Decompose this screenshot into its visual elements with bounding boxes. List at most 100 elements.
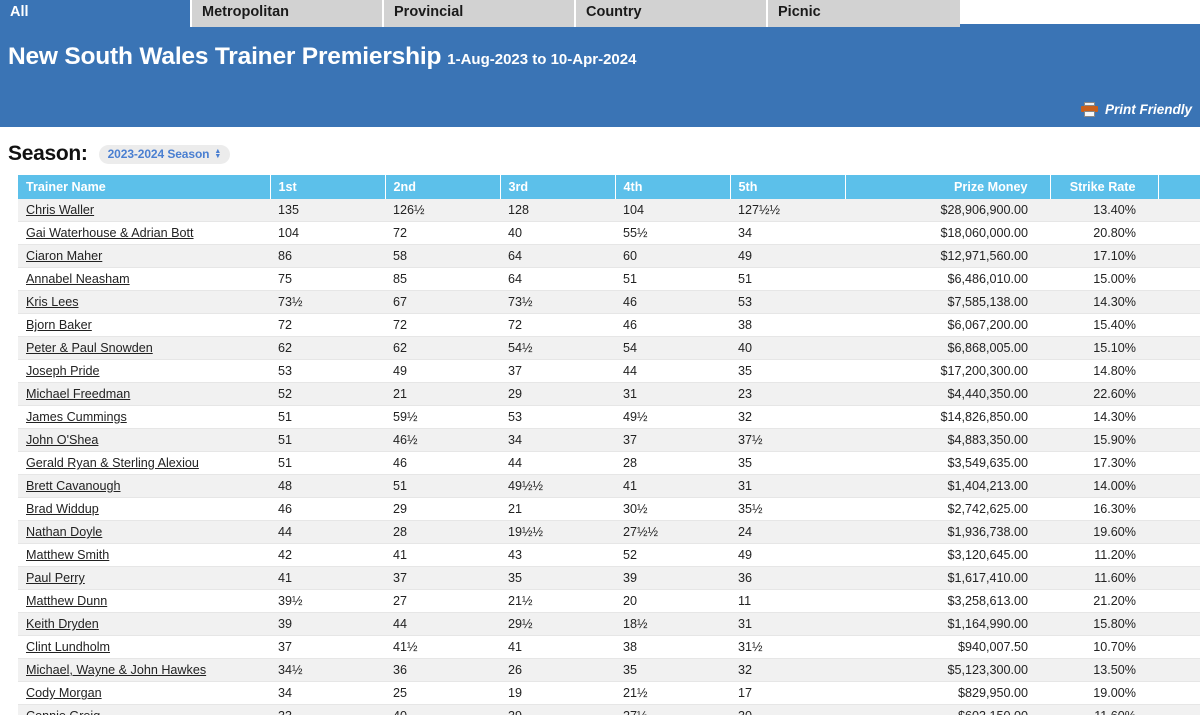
cell-5th: 37½ xyxy=(730,428,845,452)
cell-prize-money: $1,404,213.00 xyxy=(845,474,1050,498)
trainer-name-link[interactable]: James Cummings xyxy=(26,410,127,424)
cell-4th: 55½ xyxy=(615,221,730,245)
column-header-1st[interactable]: 1st xyxy=(270,175,386,199)
cell-trainer-name: Nathan Doyle xyxy=(18,520,270,544)
cell-2nd: 62 xyxy=(385,336,500,360)
cell-5th: 35 xyxy=(730,359,845,383)
cell-trainer-name: Matthew Dunn xyxy=(18,589,270,613)
chevron-updown-icon: ▲ ▼ xyxy=(214,148,222,160)
trainer-name-link[interactable]: Kris Lees xyxy=(26,295,79,309)
cell-starts: 517 xyxy=(1158,290,1200,314)
cell-5th: 31 xyxy=(730,474,845,498)
cell-1st: 48 xyxy=(270,474,385,498)
cell-trainer-name: Annabel Neasham xyxy=(18,267,270,291)
cell-trainer-name: Connie Greig xyxy=(18,704,270,715)
table-row: Bjorn Baker 72 72 72 46 38 $6,067,200.00 15.40%… xyxy=(18,313,1200,337)
trainer-name-link[interactable]: Keith Dryden xyxy=(26,617,99,631)
cell-5th: 127½½ xyxy=(730,199,845,222)
cell-3rd: 128 xyxy=(500,199,615,222)
cell-5th: 49 xyxy=(730,543,845,567)
tab-all[interactable]: All xyxy=(0,0,192,27)
cell-4th: 39 xyxy=(615,566,730,590)
cell-4th: 46 xyxy=(615,313,730,337)
trainer-name-link[interactable]: Joseph Pride xyxy=(26,364,100,378)
trainer-name-link[interactable]: Michael Freedman xyxy=(26,387,130,401)
cell-2nd: 72 xyxy=(385,313,500,337)
column-header-2nd[interactable]: 2nd xyxy=(385,175,501,199)
tab-country[interactable]: Country xyxy=(576,0,768,27)
cell-trainer-name: Cody Morgan xyxy=(18,681,270,705)
trainer-name-link[interactable]: Connie Greig xyxy=(26,709,100,715)
cell-strike-rate: 20.80% xyxy=(1050,221,1158,245)
column-header-strike-rate[interactable]: Strike Rate xyxy=(1050,175,1159,199)
cell-trainer-name: Peter & Paul Snowden xyxy=(18,336,270,360)
cell-starts: 353 xyxy=(1158,566,1200,590)
trainer-name-link[interactable]: Clint Lundholm xyxy=(26,640,110,654)
column-header-4th[interactable]: 4th xyxy=(615,175,731,199)
cell-5th: 31½ xyxy=(730,635,845,659)
cell-1st: 62 xyxy=(270,336,385,360)
cell-3rd: 37 xyxy=(500,359,615,383)
cell-1st: 33 xyxy=(270,704,385,715)
cell-strike-rate: 10.70% xyxy=(1050,635,1158,659)
cell-strike-rate: 11.60% xyxy=(1050,704,1158,715)
trainer-name-link[interactable]: Nathan Doyle xyxy=(26,525,102,539)
cell-strike-rate: 21.20% xyxy=(1050,589,1158,613)
cell-starts: 357 xyxy=(1158,405,1200,429)
cell-prize-money: $6,067,200.00 xyxy=(845,313,1050,337)
trainer-name-link[interactable]: Bjorn Baker xyxy=(26,318,92,332)
trainer-name-link[interactable]: Ciaron Maher xyxy=(26,249,102,263)
column-header-trainer-name[interactable]: Trainer Name xyxy=(18,175,271,199)
column-header-starts[interactable]: Starts xyxy=(1158,175,1200,199)
cell-prize-money: $3,120,645.00 xyxy=(845,543,1050,567)
cell-prize-money: $6,868,005.00 xyxy=(845,336,1050,360)
table-row: Paul Perry 4137353936$1,617,410.0011.60%3… xyxy=(18,566,1200,590)
cell-starts: 284 xyxy=(1158,704,1200,715)
cell-1st: 52 xyxy=(270,382,385,406)
trainer-name-link[interactable]: Michael, Wayne & John Hawkes xyxy=(26,663,206,677)
print-friendly-button[interactable]: Print Friendly xyxy=(1080,102,1192,117)
tab-provincial[interactable]: Provincial xyxy=(384,0,576,27)
tab-picnic[interactable]: Picnic xyxy=(768,0,960,27)
cell-3rd: 73½ xyxy=(500,290,615,314)
trainer-name-link[interactable]: Cody Morgan xyxy=(26,686,102,700)
cell-strike-rate: 13.40% xyxy=(1050,199,1158,222)
cell-1st: 51 xyxy=(270,451,385,475)
cell-1st: 46 xyxy=(270,497,385,521)
date-range: 1-Aug-2023 to 10-Apr-2024 xyxy=(447,51,637,68)
cell-trainer-name: Joseph Pride xyxy=(18,359,270,383)
cell-4th: 21½ xyxy=(615,681,730,705)
cell-starts: 358 xyxy=(1158,359,1200,383)
trainer-name-link[interactable]: Chris Waller xyxy=(26,203,94,217)
cell-starts: 376 xyxy=(1158,543,1200,567)
cell-4th: 28 xyxy=(615,451,730,475)
trainer-name-link[interactable]: Gai Waterhouse & Adrian Bott xyxy=(26,226,194,240)
column-header-3rd[interactable]: 3rd xyxy=(500,175,616,199)
trainer-name-link[interactable]: Matthew Smith xyxy=(26,548,109,562)
trainer-name-link[interactable]: Matthew Dunn xyxy=(26,594,107,608)
page-banner: New South Wales Trainer Premiership 1-Aug… xyxy=(0,27,1200,127)
table-row: Brett Cavanough 48 51 49½½ 41 31 $1,404,213.00… xyxy=(18,474,1200,498)
cell-strike-rate: 15.90% xyxy=(1050,428,1158,452)
trainer-name-link[interactable]: Annabel Neasham xyxy=(26,272,130,286)
table-row: Cody Morgan 34251921½17$829,950.0019.00%1… xyxy=(18,681,1200,705)
cell-starts: 500 xyxy=(1158,267,1200,291)
tab-metropolitan[interactable]: Metropolitan xyxy=(192,0,384,27)
cell-starts: 259 xyxy=(1158,658,1200,682)
trainer-name-link[interactable]: John O'Shea xyxy=(26,433,98,447)
trainer-name-link[interactable]: Peter & Paul Snowden xyxy=(26,341,153,355)
cell-5th: 53 xyxy=(730,290,845,314)
column-header-5th[interactable]: 5th xyxy=(730,175,846,199)
column-header-prize-money[interactable]: Prize Money xyxy=(845,175,1051,199)
table-row: Matthew Smith 42 41 43 52 49 $3,120,645.00 11.2… xyxy=(18,543,1200,567)
season-select[interactable]: 2023-2024 Season ▲ ▼ xyxy=(98,144,231,164)
cell-2nd: 59½ xyxy=(385,405,500,429)
trainer-name-link[interactable]: Paul Perry xyxy=(26,571,85,585)
trainer-name-link[interactable]: Brett Cavanough xyxy=(26,479,121,493)
table-row: Brad Widdup 46 29 21 30½ 35½ $2,742,625.00 16.3… xyxy=(18,497,1200,521)
cell-5th: 36 xyxy=(730,566,845,590)
trainer-name-link[interactable]: Brad Widdup xyxy=(26,502,99,516)
trainer-name-link[interactable]: Gerald Ryan & Sterling Alexiou xyxy=(26,456,199,470)
cell-5th: 38 xyxy=(730,313,845,337)
cell-3rd: 72 xyxy=(500,313,615,337)
